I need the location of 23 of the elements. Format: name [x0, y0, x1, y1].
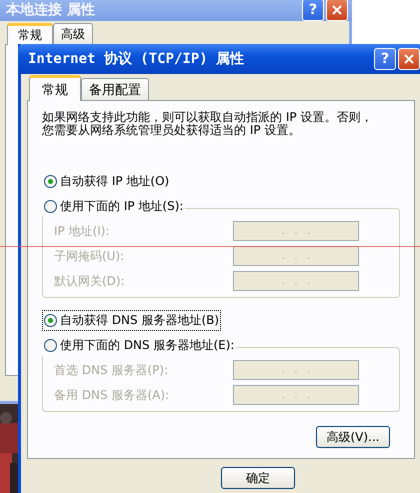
tab[interactable]: 常规	[29, 75, 81, 101]
field-label: 子网掩码(U):	[54, 248, 124, 264]
help-button[interactable]: ?	[374, 48, 396, 70]
help-button[interactable]: ?	[302, 0, 324, 20]
window-title: Internet 协议 (TCP/IP) 属性	[27, 50, 244, 68]
ok-button[interactable]: 确定	[221, 467, 295, 489]
description-text: 您需要从网络系统管理员处获得适当的 IP 设置。	[42, 124, 300, 137]
close-button[interactable]	[326, 0, 348, 20]
tab[interactable]: 常规	[7, 23, 53, 45]
tab[interactable]: 备用配置	[81, 78, 149, 100]
advanced-button[interactable]: 高级(V)...	[316, 426, 390, 448]
radio-option[interactable]: 自动获得 DNS 服务器地址(B)	[42, 310, 222, 331]
field-label: 备用 DNS 服务器(A):	[54, 386, 170, 404]
close-button[interactable]	[398, 48, 420, 70]
close-icon	[332, 4, 342, 14]
field-label: IP 地址(I):	[54, 222, 110, 240]
field-label: 默认网关(D):	[54, 272, 125, 290]
window-title: 本地连接 属性	[4, 0, 95, 18]
close-icon	[404, 54, 414, 64]
description-text: 如果网络支持此功能，则可以获取自动指派的 IP 设置。否则，	[42, 111, 372, 124]
field-label: 首选 DNS 服务器(P):	[54, 362, 168, 378]
radio-option[interactable]: 自动获得 IP 地址(O)	[42, 171, 172, 192]
tab[interactable]: 高级	[53, 23, 93, 44]
